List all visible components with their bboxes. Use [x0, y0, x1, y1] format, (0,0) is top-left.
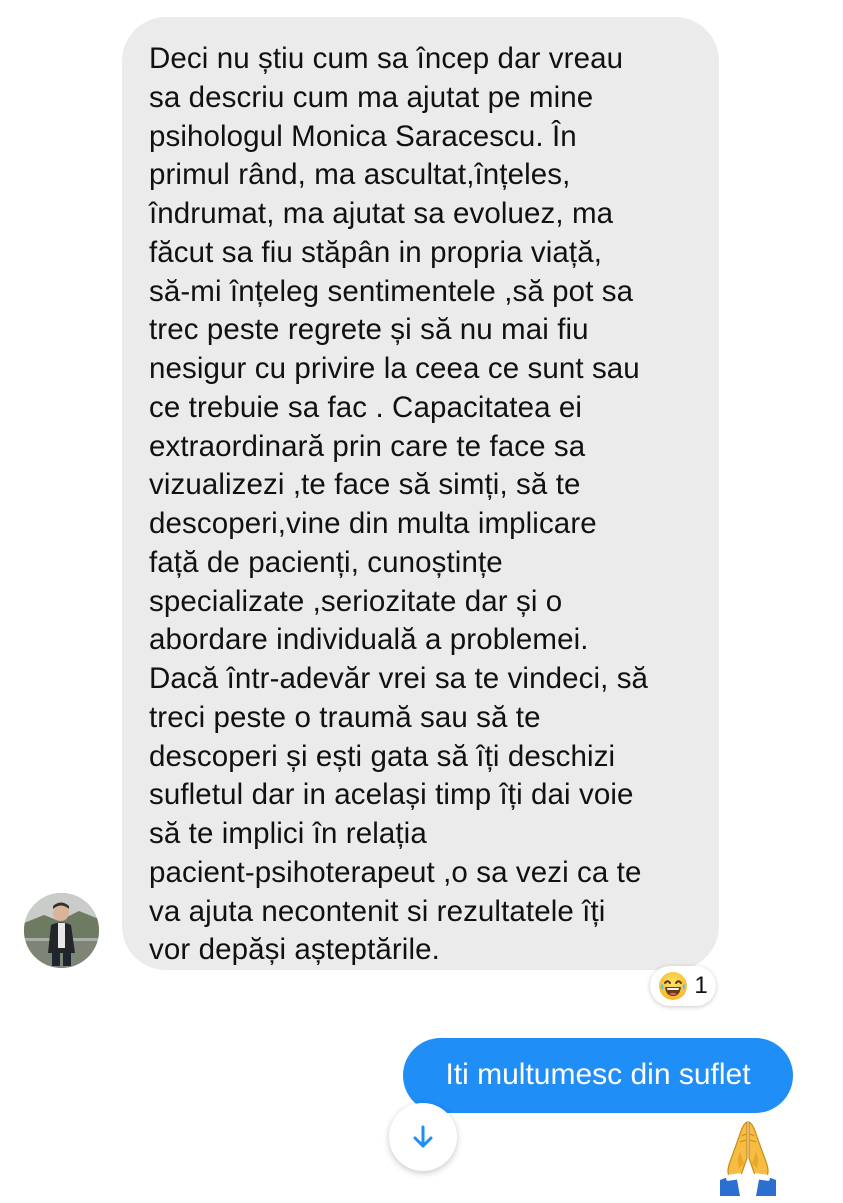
praying-hands-emoji-icon	[706, 1118, 790, 1198]
outgoing-message-text: Iti multumesc din suflet	[445, 1057, 751, 1091]
reaction-count: 1	[694, 972, 708, 999]
incoming-message-text: Deci nu știu cum sa încep dar vreau sa d…	[149, 42, 649, 967]
message-reaction[interactable]: 1	[650, 966, 716, 1006]
sender-avatar[interactable]	[24, 893, 99, 968]
incoming-message-bubble[interactable]: Deci nu știu cum sa încep dar vreau sa d…	[122, 17, 719, 970]
laughing-emoji-icon	[659, 972, 688, 1000]
outgoing-message-bubble[interactable]: Iti multumesc din suflet	[403, 1038, 793, 1113]
arrow-down-icon	[413, 1125, 433, 1148]
scroll-to-bottom-button[interactable]	[389, 1103, 457, 1171]
